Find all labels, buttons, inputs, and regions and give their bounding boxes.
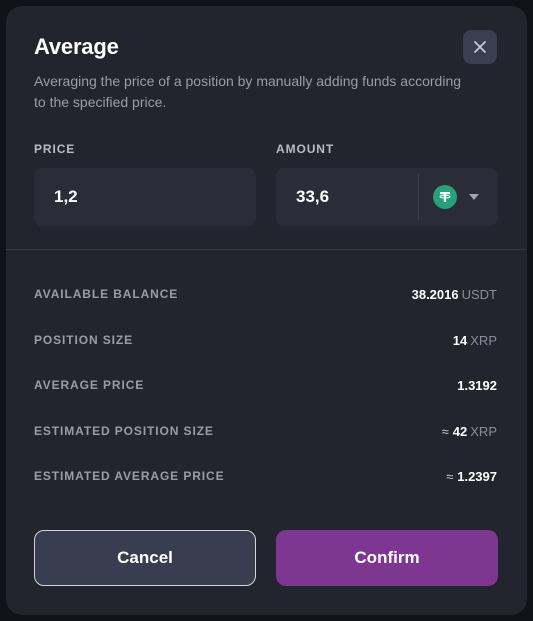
detail-value-group: ≈ 42 XRP	[442, 424, 497, 439]
close-icon	[474, 41, 486, 53]
approx-sign: ≈	[446, 468, 454, 484]
confirm-button[interactable]: Confirm	[276, 530, 498, 586]
detail-row-available-balance: AVAILABLE BALANCE 38.2016 USDT	[34, 284, 497, 304]
detail-value: 1.3192	[457, 377, 497, 393]
average-modal: Average Averaging the price of a positio…	[6, 6, 527, 615]
section-divider	[6, 249, 527, 250]
modal-title: Average	[34, 34, 119, 59]
detail-row-average-price: AVERAGE PRICE 1.3192	[34, 375, 497, 395]
detail-value-group: 38.2016 USDT	[412, 287, 497, 302]
tether-usdt-icon	[433, 185, 457, 209]
currency-select[interactable]	[419, 168, 498, 226]
price-label: PRICE	[34, 142, 76, 156]
detail-value: 1.2397	[457, 468, 497, 484]
amount-input[interactable]	[276, 168, 418, 226]
detail-label: ESTIMATED AVERAGE PRICE	[34, 469, 225, 483]
chevron-down-icon	[469, 194, 479, 200]
detail-unit: XRP	[470, 332, 497, 348]
detail-row-position-size: POSITION SIZE 14 XRP	[34, 330, 497, 350]
approx-sign: ≈	[441, 423, 449, 439]
detail-label: ESTIMATED POSITION SIZE	[34, 424, 214, 438]
detail-row-estimated-position-size: ESTIMATED POSITION SIZE ≈ 42 XRP	[34, 421, 497, 441]
amount-field	[276, 168, 498, 226]
detail-label: AVAILABLE BALANCE	[34, 287, 179, 301]
detail-row-estimated-average-price: ESTIMATED AVERAGE PRICE ≈ 1.2397	[34, 466, 497, 486]
detail-value: 14	[452, 332, 468, 348]
price-field	[34, 168, 256, 226]
detail-value: 42	[452, 423, 468, 439]
detail-value-group: 1.3192	[457, 378, 497, 393]
modal-description: Averaging the price of a position by man…	[34, 73, 462, 110]
detail-unit: XRP	[470, 423, 497, 439]
cancel-button[interactable]: Cancel	[34, 530, 256, 586]
detail-label: AVERAGE PRICE	[34, 378, 145, 392]
price-input[interactable]	[34, 168, 256, 226]
close-button[interactable]	[463, 30, 497, 64]
detail-value: 38.2016	[411, 286, 459, 302]
amount-label: AMOUNT	[276, 142, 335, 156]
detail-value-group: 14 XRP	[453, 333, 497, 348]
detail-unit: USDT	[461, 286, 497, 302]
detail-label: POSITION SIZE	[34, 333, 134, 347]
detail-value-group: ≈ 1.2397	[446, 469, 497, 484]
